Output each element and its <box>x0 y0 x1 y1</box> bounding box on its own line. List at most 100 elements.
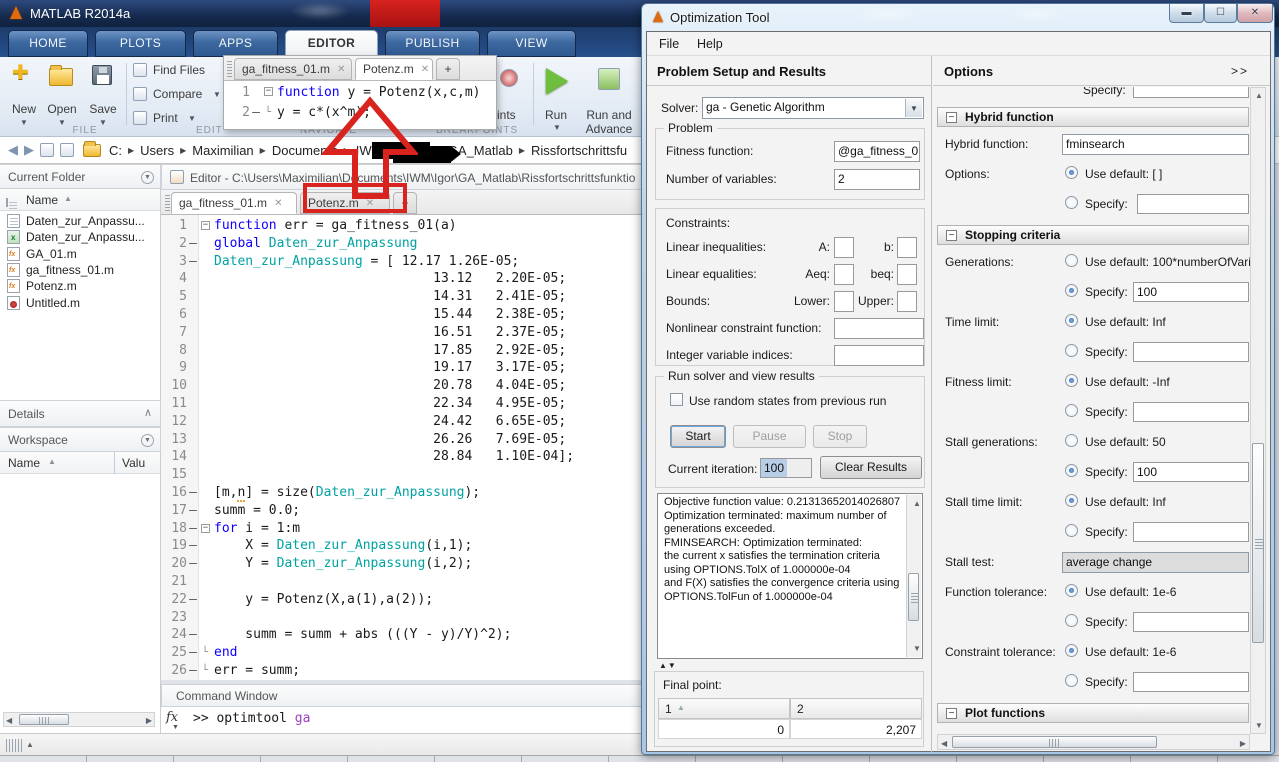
file-item[interactable]: ga_fitness_01.m <box>0 262 160 278</box>
ribbon-tab-apps[interactable]: APPS <box>193 30 278 57</box>
constraint-field2-input[interactable] <box>897 237 917 258</box>
menu-help[interactable]: Help <box>697 37 723 51</box>
final-point-column-header[interactable]: 2 <box>790 698 922 719</box>
collapse-minus-icon[interactable]: − <box>946 112 957 123</box>
collapse-icon[interactable]: ∧ <box>144 406 152 419</box>
file-item[interactable]: Daten_zur_Anpassu... <box>0 229 160 245</box>
editor-code-area[interactable]: 1−function err = ga_fitness_01(a)2–globa… <box>161 215 647 680</box>
specify-input[interactable] <box>1137 194 1249 214</box>
radio-selected[interactable] <box>1065 584 1078 597</box>
new-dropdown-icon[interactable]: ▼ <box>20 118 28 127</box>
specify-input[interactable]: 100 <box>1133 462 1249 482</box>
option-combo[interactable]: fminsearch <box>1062 134 1249 155</box>
specify-input[interactable]: 100 <box>1133 282 1249 302</box>
radio-selected[interactable] <box>1065 494 1078 507</box>
options-hscrollbar[interactable]: ◀ ▶ <box>937 734 1250 750</box>
workspace-columns[interactable]: Name ▲ Valu <box>0 452 160 474</box>
specify-input[interactable] <box>1133 402 1249 422</box>
final-point-column-header[interactable]: 1▲ <box>658 698 790 719</box>
radio-selected[interactable] <box>1065 374 1078 387</box>
close-icon[interactable]: ✕ <box>337 64 345 75</box>
run-dropdown-icon[interactable]: ▼ <box>553 123 561 132</box>
options-expander[interactable]: >> <box>1231 64 1249 78</box>
close-icon[interactable]: ✕ <box>274 198 282 209</box>
problem-row-input[interactable]: 2 <box>834 169 920 190</box>
scroll-left-icon[interactable]: ◀ <box>6 716 12 725</box>
section-header-stopping-criteria[interactable]: −Stopping criteria <box>937 225 1249 245</box>
results-textarea[interactable]: Objective function value: 0.213136520140… <box>657 493 923 659</box>
breadcrumb-item[interactable]: C: <box>109 143 122 158</box>
popup-new-tab[interactable]: + <box>436 58 460 80</box>
specify-input[interactable] <box>1133 672 1249 692</box>
popup-tab-ga_fitness_01.m[interactable]: ga_fitness_01.m✕ <box>234 58 352 80</box>
specify-input[interactable] <box>1133 612 1249 632</box>
radio-unselected[interactable] <box>1065 614 1078 627</box>
radio-unselected[interactable] <box>1065 404 1078 417</box>
stop-button[interactable]: Stop <box>813 425 867 448</box>
back-icon[interactable]: ◀ <box>8 142 18 158</box>
up-folder-icon[interactable] <box>40 143 54 157</box>
minimize-button[interactable]: ▬ <box>1169 4 1204 23</box>
collapse-minus-icon[interactable]: − <box>946 708 957 719</box>
radio-unselected[interactable] <box>1065 674 1078 687</box>
name-column-header[interactable]: Name ▲ <box>0 189 160 211</box>
radio-unselected[interactable] <box>1065 524 1078 537</box>
ribbon-tab-editor[interactable]: EDITOR <box>285 30 378 57</box>
radio-unselected[interactable] <box>1065 254 1078 267</box>
file-item[interactable]: Potenz.m <box>0 278 160 294</box>
breadcrumb-item[interactable]: Maximilian <box>192 143 253 158</box>
clear-results-button[interactable]: Clear Results <box>820 456 922 479</box>
editor-tab-ga_fitness_01.m[interactable]: ga_fitness_01.m✕ <box>171 192 297 214</box>
file-item[interactable]: Untitled.m <box>0 294 160 310</box>
breakpoints-icon[interactable] <box>500 69 518 87</box>
compare-dropdown-icon[interactable]: ▼ <box>213 90 221 99</box>
close-button[interactable]: ✕ <box>1237 4 1273 23</box>
constraint-field1-input[interactable] <box>834 291 854 312</box>
specify-input[interactable] <box>1133 342 1249 362</box>
radio-unselected[interactable] <box>1065 434 1078 447</box>
section-header-plot-functions[interactable]: −Plot functions <box>937 703 1249 723</box>
details-panel-header[interactable]: Details ∧ <box>0 400 161 427</box>
radio-selected[interactable] <box>1065 314 1078 327</box>
ribbon-tab-publish[interactable]: PUBLISH <box>385 30 480 57</box>
breadcrumb-item[interactable]: Users <box>140 143 174 158</box>
maximize-button[interactable]: ☐ <box>1204 4 1237 23</box>
popup-tab-Potenz.m[interactable]: Potenz.m✕ <box>355 58 433 80</box>
file-item[interactable]: GA_01.m <box>0 246 160 262</box>
constraint-field1-input[interactable] <box>834 237 854 258</box>
start-button[interactable]: Start <box>670 425 726 448</box>
constraint-field1-input[interactable] <box>834 264 854 285</box>
ribbon-tab-view[interactable]: VIEW <box>487 30 576 57</box>
problem-row-input[interactable]: @ga_fitness_01 <box>834 141 920 162</box>
specify-input[interactable] <box>1133 87 1249 98</box>
drag-grip[interactable] <box>227 60 232 77</box>
drag-grip[interactable] <box>165 194 170 211</box>
section-header-hybrid-function[interactable]: −Hybrid function <box>937 107 1249 127</box>
scroll-down-icon[interactable]: ▼ <box>1255 721 1263 730</box>
scroll-left-icon[interactable]: ◀ <box>941 739 947 748</box>
panel-menu-icon[interactable]: ▼ <box>141 434 154 447</box>
specify-input[interactable] <box>1133 522 1249 542</box>
scroll-right-icon[interactable]: ▶ <box>1240 739 1246 748</box>
chevron-down-icon[interactable]: ▼ <box>905 99 922 117</box>
status-grip-icon[interactable] <box>6 739 22 752</box>
status-expand-icon[interactable]: ▲ <box>26 740 34 749</box>
constraint-field2-input[interactable] <box>897 291 917 312</box>
scroll-down-icon[interactable]: ▼ <box>910 642 921 656</box>
command-window[interactable]: fx ▼ >> optimtool ga <box>161 707 647 733</box>
browse-folder-icon[interactable] <box>60 143 74 157</box>
file-item[interactable]: Daten_zur_Anpassu... <box>0 213 160 229</box>
column-divider[interactable] <box>114 452 115 474</box>
radio-selected[interactable] <box>1065 644 1078 657</box>
radio-unselected[interactable] <box>1065 344 1078 357</box>
forward-icon[interactable]: ▶ <box>24 142 34 158</box>
radio-selected[interactable] <box>1065 284 1078 297</box>
ribbon-tab-plots[interactable]: PLOTS <box>95 30 186 57</box>
scroll-right-icon[interactable]: ▶ <box>146 716 152 725</box>
radio-selected[interactable] <box>1065 464 1078 477</box>
constraint-input[interactable] <box>834 318 924 339</box>
random-states-checkbox[interactable] <box>670 393 683 406</box>
collapse-minus-icon[interactable]: − <box>946 230 957 241</box>
scroll-up-icon[interactable]: ▲ <box>1255 91 1263 100</box>
scroll-thumb[interactable] <box>19 714 69 725</box>
